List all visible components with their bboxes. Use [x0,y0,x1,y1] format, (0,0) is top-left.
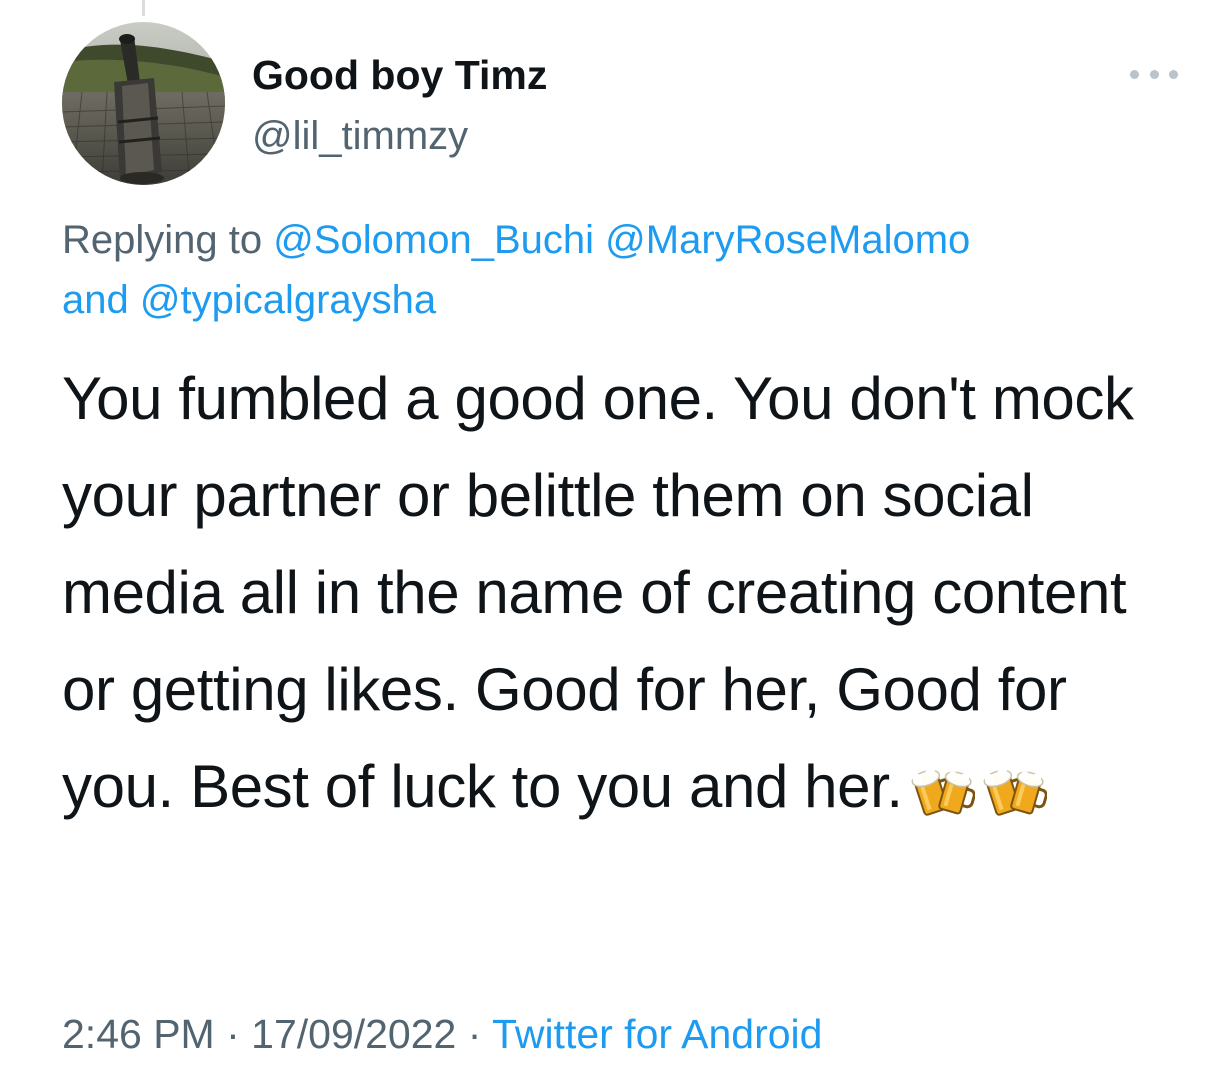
tweet-time[interactable]: 2:46 PM [62,1011,215,1057]
thread-connector-line [142,0,145,16]
user-handle[interactable]: @lil_timmzy [252,112,468,160]
display-name[interactable]: Good boy Timz [252,50,547,100]
tweet-text: You fumbled a good one. You don't mock y… [62,350,1192,835]
replying-to-line: Replying to @Solomon_Buchi @MaryRoseMalo… [62,210,1172,330]
meta-separator: · [456,1011,493,1057]
more-dot [1169,69,1178,79]
mention-link[interactable]: @typicalgraysha [140,278,436,322]
more-options-icon[interactable] [1130,64,1178,84]
mention-link[interactable]: @Solomon_Buchi [273,218,594,262]
meta-separator: · [214,1011,252,1057]
beer-mugs-icon [983,753,1048,817]
avatar-photo-icon [62,22,225,185]
tweet-source-link[interactable]: Twitter for Android [492,1011,822,1057]
more-dot [1130,69,1139,79]
more-dot [1149,69,1159,79]
replying-to-conjunction: and [62,278,140,322]
beer-mugs-icon [911,753,976,817]
tweet-body: You fumbled a good one. You don't mock y… [62,365,1134,820]
tweet-meta: 2:46 PM · 17/09/2022 · Twitter for Andro… [62,1006,822,1062]
tweet-date[interactable]: 17/09/2022 [251,1011,456,1057]
avatar[interactable] [62,22,225,185]
replying-to-label: Replying to [62,218,274,262]
mention-link[interactable]: @MaryRoseMalomo [605,218,970,262]
